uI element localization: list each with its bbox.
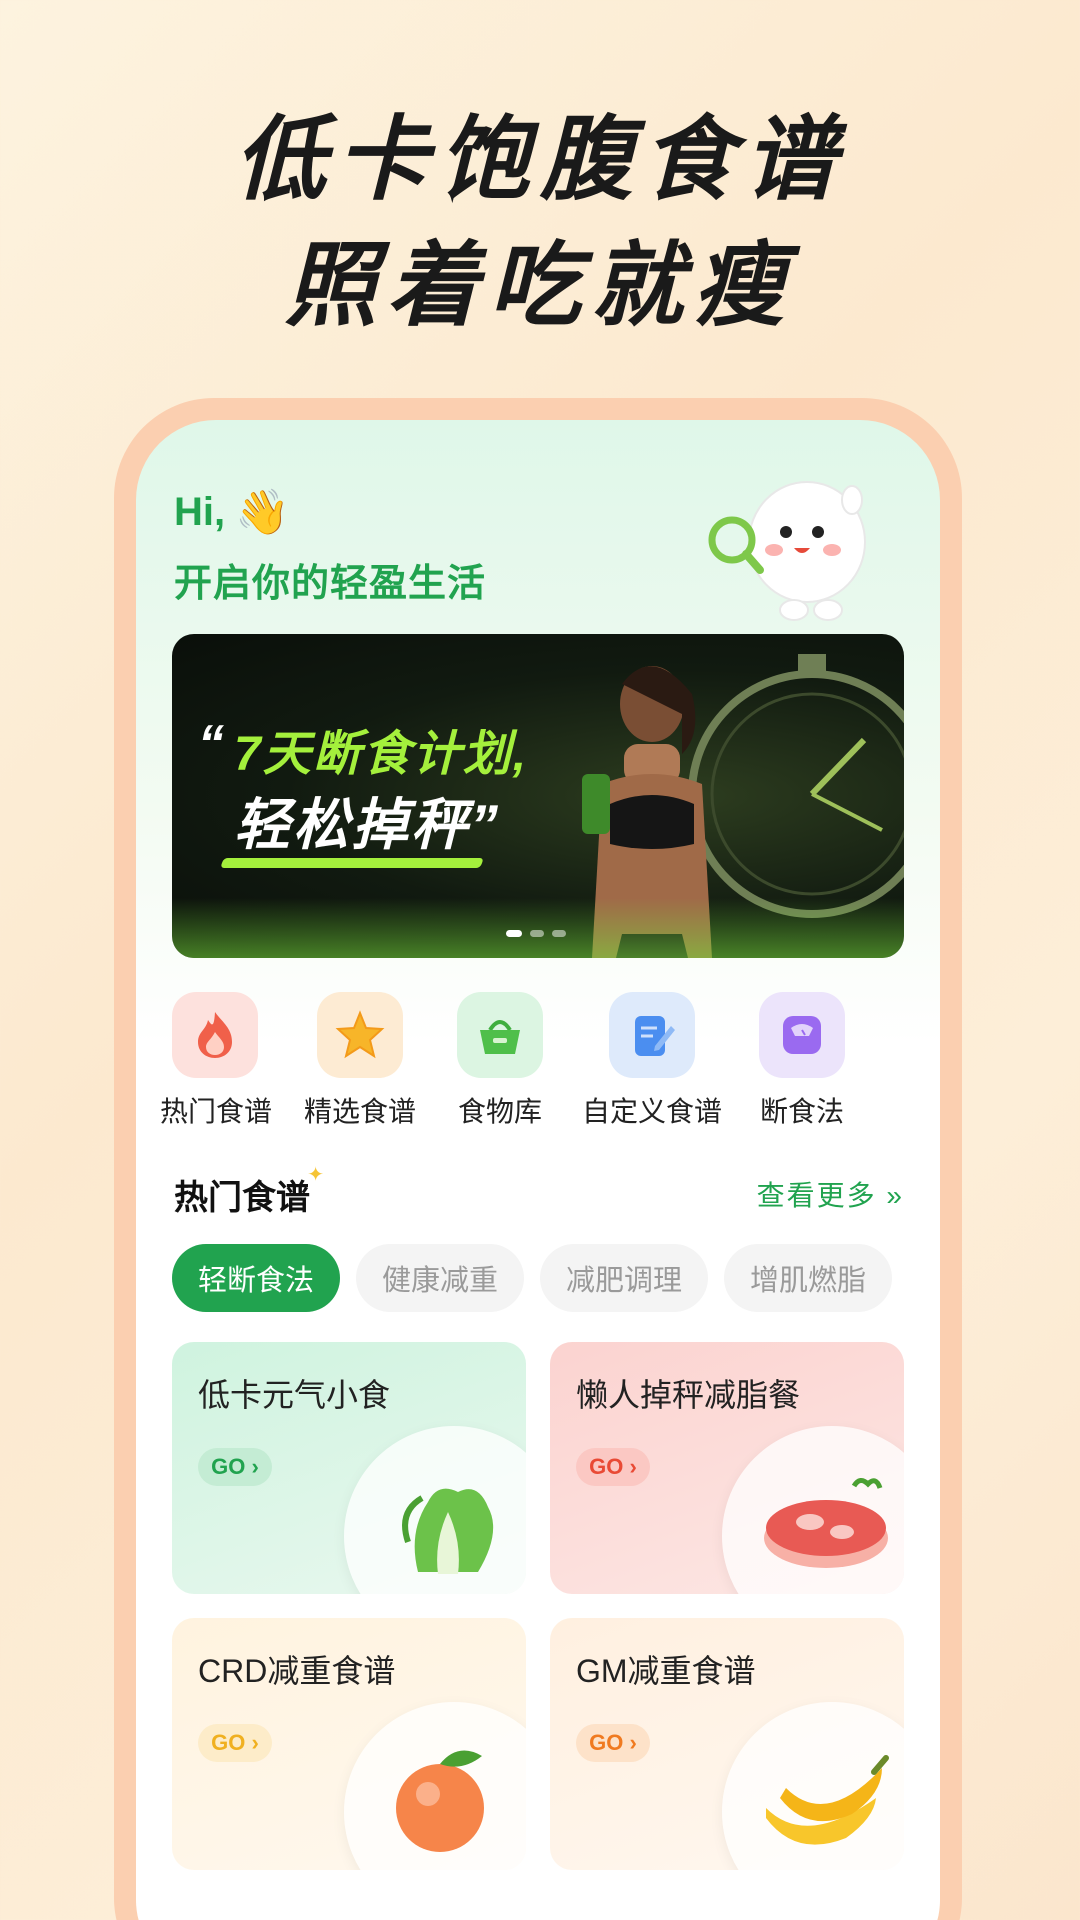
tab-light-fasting[interactable]: 轻断食法 bbox=[172, 1244, 341, 1312]
category-label: 断食法 bbox=[759, 1096, 844, 1127]
card-title: 低卡元气小食 bbox=[198, 1377, 391, 1413]
tab-weight-loss-conditioning[interactable]: 减肥调理 bbox=[540, 1244, 709, 1312]
banner-quote: “ bbox=[198, 715, 224, 773]
promo-headline: 低卡饱腹食谱 照着吃就瘦 bbox=[0, 100, 1080, 346]
phone-screen: Hi, 👋 开启你的轻盈生活 “ 7天断食计划, 轻松掉秤” 热门食谱 精选食谱… bbox=[136, 420, 940, 1920]
banana-icon bbox=[766, 1755, 889, 1845]
pagination-dot[interactable] bbox=[506, 930, 522, 937]
star-icon bbox=[317, 992, 403, 1078]
category-fasting[interactable]: 断食法 bbox=[752, 992, 852, 1130]
banner-title-2: 轻松掉秤” bbox=[234, 793, 501, 856]
greeting-hi: Hi, bbox=[174, 489, 226, 534]
category-label: 食物库 bbox=[457, 1096, 542, 1127]
category-food-library[interactable]: 食物库 bbox=[450, 992, 550, 1130]
banner-brush-stroke bbox=[220, 858, 484, 868]
banner-pagination bbox=[506, 930, 566, 937]
category-label: 自定义食谱 bbox=[581, 1096, 722, 1127]
promo-banner[interactable]: “ 7天断食计划, 轻松掉秤” bbox=[172, 634, 904, 958]
bok-choy-icon bbox=[402, 1488, 494, 1574]
pagination-dot[interactable] bbox=[552, 930, 566, 937]
go-button[interactable]: GO › bbox=[576, 1448, 650, 1486]
see-more-link[interactable]: 查看更多 » bbox=[757, 1174, 904, 1214]
orange-icon bbox=[396, 1750, 484, 1852]
recipe-card-lazy-fat-loss[interactable]: 懒人掉秤减脂餐 GO › bbox=[550, 1342, 904, 1594]
card-title: CRD减重食谱 bbox=[198, 1653, 396, 1689]
card-title: GM减重食谱 bbox=[576, 1653, 756, 1689]
category-row: 热门食谱 精选食谱 食物库 自定义食谱 断食法 bbox=[136, 992, 940, 1142]
go-button[interactable]: GO › bbox=[576, 1724, 650, 1762]
tab-healthy-weight-loss[interactable]: 健康减重 bbox=[356, 1244, 525, 1312]
sparkle-icon: ✦ bbox=[307, 1164, 324, 1186]
notebook-pen-icon bbox=[609, 992, 695, 1078]
pagination-dot[interactable] bbox=[530, 930, 544, 937]
go-button[interactable]: GO › bbox=[198, 1724, 272, 1762]
greeting-subtitle: 开启你的轻盈生活 bbox=[174, 563, 487, 605]
recipe-card-crd[interactable]: CRD减重食谱 GO › bbox=[172, 1618, 526, 1870]
recipe-card-gm[interactable]: GM减重食谱 GO › bbox=[550, 1618, 904, 1870]
card-title: 懒人掉秤减脂餐 bbox=[576, 1377, 801, 1413]
steak-icon bbox=[764, 1478, 888, 1568]
mascot-icon bbox=[708, 481, 866, 621]
scale-icon bbox=[759, 992, 845, 1078]
greeting: Hi, 👋 开启你的轻盈生活 bbox=[174, 486, 486, 607]
waving-hand-icon: 👋 bbox=[235, 488, 290, 537]
category-selected-recipes[interactable]: 精选食谱 bbox=[296, 992, 424, 1130]
category-custom-recipes[interactable]: 自定义食谱 bbox=[574, 992, 730, 1130]
tab-muscle-fat-burn[interactable]: 增肌燃脂 bbox=[724, 1244, 893, 1312]
headline-line-2: 照着吃就瘦 bbox=[284, 232, 795, 339]
flame-icon bbox=[172, 992, 258, 1078]
basket-icon bbox=[457, 992, 543, 1078]
go-button[interactable]: GO › bbox=[198, 1448, 272, 1486]
banner-glow bbox=[172, 898, 904, 958]
category-label: 热门食谱 bbox=[160, 1096, 273, 1127]
headline-line-1: 低卡饱腹食谱 bbox=[233, 106, 846, 213]
section-title: 热门食谱 ✦ bbox=[174, 1164, 324, 1219]
category-label: 精选食谱 bbox=[303, 1096, 416, 1127]
banner-title-1: 7天断食计划, bbox=[234, 728, 529, 781]
recipe-tabs: 轻断食法 健康减重 减肥调理 增肌燃脂 bbox=[172, 1244, 893, 1314]
section-title-text: 热门食谱 bbox=[174, 1179, 310, 1217]
recipe-card-low-cal-snacks[interactable]: 低卡元气小食 GO › bbox=[172, 1342, 526, 1594]
category-hot-recipes[interactable]: 热门食谱 bbox=[160, 992, 273, 1130]
